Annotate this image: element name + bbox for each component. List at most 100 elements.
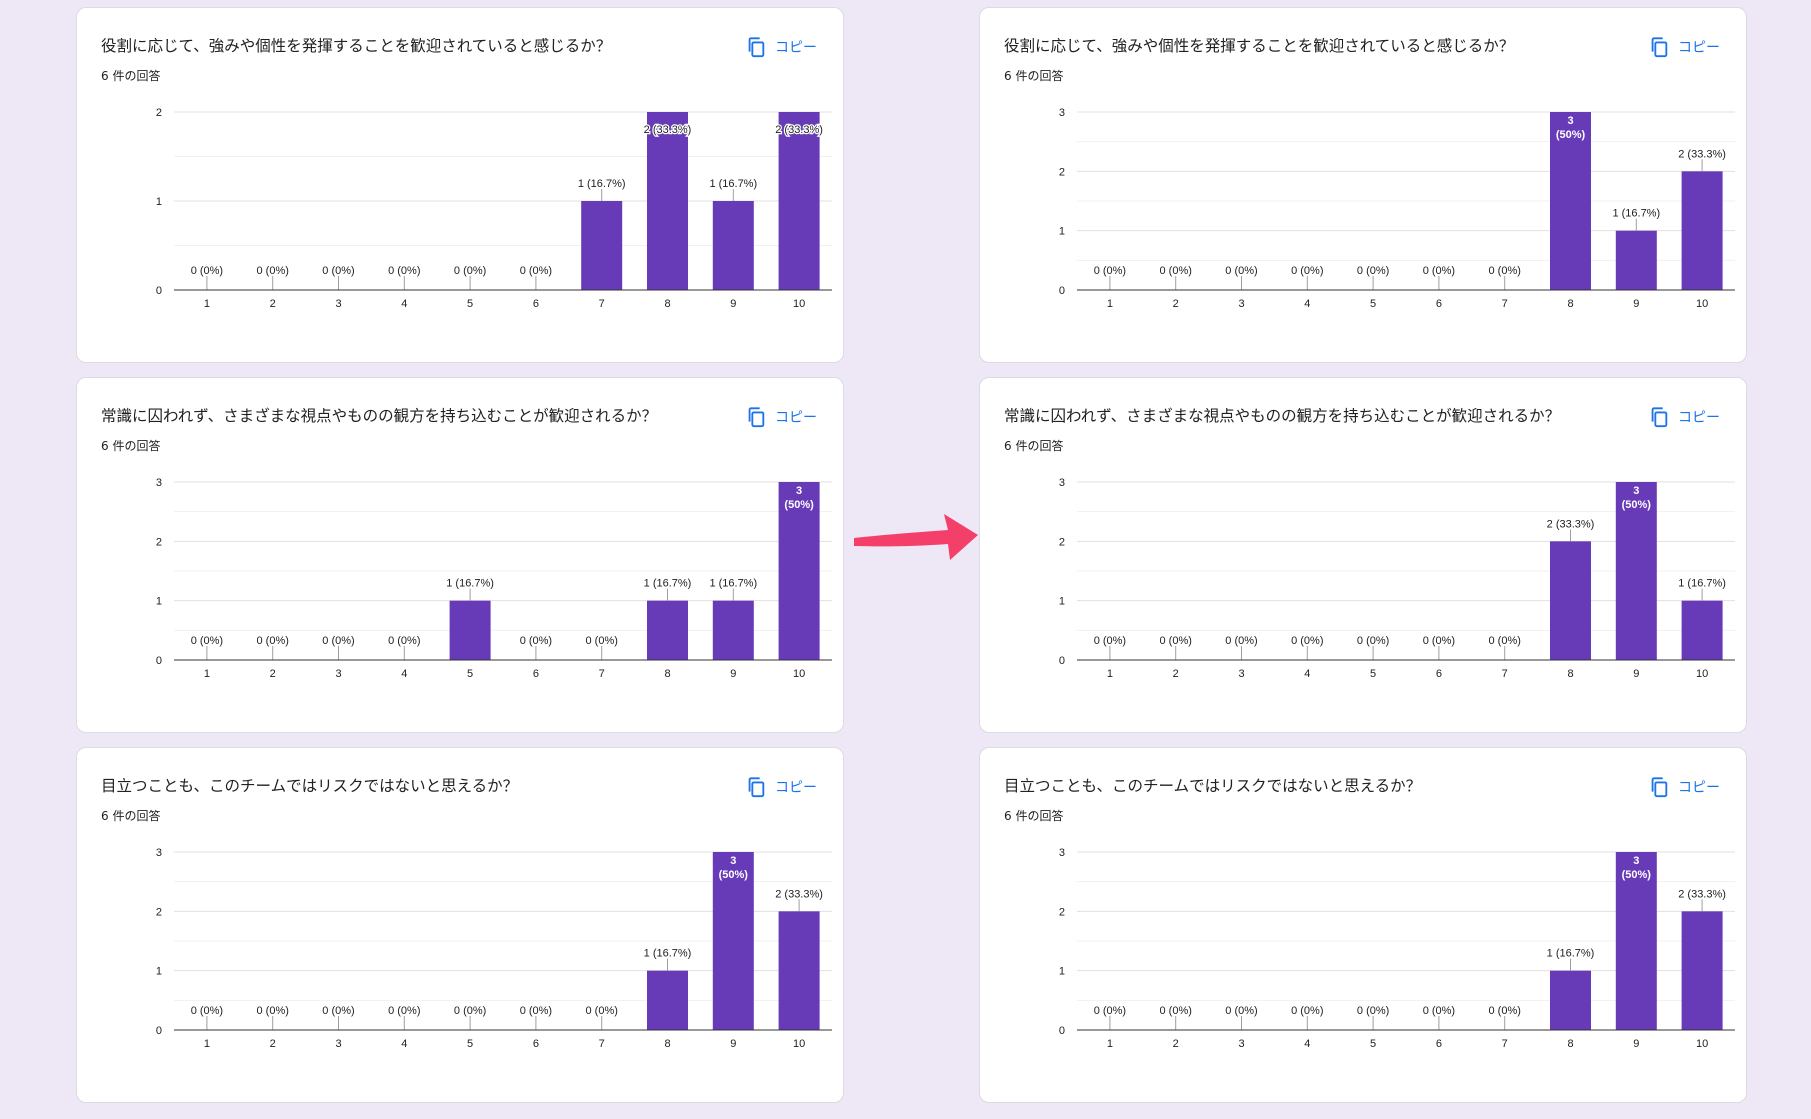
question-card-1-after: 役割に応じて、強みや個性を発揮することを歓迎されていると感じるか？ 6 件の回答… xyxy=(979,7,1747,363)
bar xyxy=(647,600,688,660)
data-label: 0 (0%) xyxy=(454,1005,486,1017)
bar xyxy=(778,911,820,1030)
data-label: 0 (0%) xyxy=(191,635,223,647)
data-label: 1 (16.7%) xyxy=(1547,948,1595,960)
data-label: 0 (0%) xyxy=(585,635,617,647)
x-tick-label: 4 xyxy=(401,668,407,680)
data-label: 0 (0%) xyxy=(1225,635,1257,647)
bar-chart: 0 1 2 3 1 0 (0%) 2 0 (0%) 3 0 (0%) 4 0 (0%) 5 0 (0%) 6… xyxy=(1059,107,1735,310)
y-tick-label: 0 xyxy=(1059,655,1065,667)
data-label: 0 (0%) xyxy=(256,1005,288,1017)
data-label: 3 xyxy=(1633,855,1639,867)
x-tick-label: 6 xyxy=(533,298,539,310)
x-tick-label: 2 xyxy=(1173,1038,1179,1050)
bar xyxy=(1681,171,1723,290)
x-tick-label: 6 xyxy=(533,668,539,680)
x-tick-label: 4 xyxy=(1304,298,1310,310)
data-label: 3 xyxy=(730,855,736,867)
x-tick-label: 7 xyxy=(599,298,605,310)
y-tick-label: 3 xyxy=(1059,477,1065,489)
data-label: 1 (16.7%) xyxy=(1612,208,1660,220)
x-tick-label: 3 xyxy=(335,1038,341,1050)
data-label: 0 (0%) xyxy=(1225,1005,1257,1017)
bar xyxy=(1550,541,1591,660)
x-tick-label: 5 xyxy=(467,668,473,680)
data-label: 0 (0%) xyxy=(322,1005,354,1017)
data-label: 2 (33.3%) xyxy=(1547,518,1595,530)
data-label: 0 (0%) xyxy=(388,265,420,277)
x-tick-label: 7 xyxy=(1502,668,1508,680)
x-tick-label: 3 xyxy=(1238,668,1244,680)
data-label: 0 (0%) xyxy=(1488,1005,1520,1017)
data-label: 1 (16.7%) xyxy=(644,948,692,960)
x-tick-label: 6 xyxy=(1436,298,1442,310)
data-label: 0 (0%) xyxy=(1291,265,1323,277)
x-tick-label: 6 xyxy=(1436,1038,1442,1050)
y-tick-label: 2 xyxy=(156,107,162,119)
y-tick-label: 2 xyxy=(156,536,162,548)
data-label: 0 (0%) xyxy=(1094,265,1126,277)
x-tick-label: 9 xyxy=(730,298,736,310)
data-label: 2 (33.3%) xyxy=(644,124,692,136)
data-label: 0 (0%) xyxy=(520,265,552,277)
y-tick-label: 0 xyxy=(156,285,162,297)
bar xyxy=(1681,911,1723,1030)
x-tick-label: 8 xyxy=(1567,1038,1573,1050)
data-label: 2 (33.3%) xyxy=(775,888,823,900)
x-tick-label: 3 xyxy=(335,668,341,680)
x-tick-label: 4 xyxy=(1304,668,1310,680)
data-label: 0 (0%) xyxy=(1357,635,1389,647)
data-label: 0 (0%) xyxy=(1423,1005,1455,1017)
bar-chart: 0 1 2 3 1 0 (0%) 2 0 (0%) 3 0 (0%) 4 0 (0%) 5 0 (0%) 6… xyxy=(1059,477,1735,680)
y-tick-label: 2 xyxy=(156,906,162,918)
data-label: 0 (0%) xyxy=(1423,635,1455,647)
x-tick-label: 8 xyxy=(664,298,670,310)
x-tick-label: 4 xyxy=(401,298,407,310)
x-tick-label: 8 xyxy=(664,1038,670,1050)
bar xyxy=(647,112,688,290)
data-label: 0 (0%) xyxy=(1291,1005,1323,1017)
data-label: 0 (0%) xyxy=(322,265,354,277)
x-tick-label: 8 xyxy=(1567,298,1573,310)
y-tick-label: 3 xyxy=(1059,847,1065,859)
data-label: 0 (0%) xyxy=(191,265,223,277)
data-label: 1 (16.7%) xyxy=(644,578,692,590)
x-tick-label: 3 xyxy=(335,298,341,310)
question-card-2-after: 常識に囚われず、さまざまな視点やものの観方を持ち込むことが歓迎されるか？ 6 件… xyxy=(979,377,1747,733)
x-tick-label: 9 xyxy=(730,1038,736,1050)
x-tick-label: 5 xyxy=(1370,668,1376,680)
y-tick-label: 0 xyxy=(1059,1025,1065,1037)
x-tick-label: 5 xyxy=(467,1038,473,1050)
x-tick-label: 10 xyxy=(1696,1038,1708,1050)
x-tick-label: 1 xyxy=(204,298,210,310)
bar xyxy=(449,600,491,660)
bar xyxy=(1550,970,1591,1030)
data-label: 3 xyxy=(796,485,802,497)
x-tick-label: 4 xyxy=(1304,1038,1310,1050)
data-label: 0 (0%) xyxy=(520,635,552,647)
data-label: 1 (16.7%) xyxy=(578,178,626,190)
data-label: 0 (0%) xyxy=(1225,265,1257,277)
data-label: 0 (0%) xyxy=(1159,635,1191,647)
y-tick-label: 1 xyxy=(156,196,162,208)
data-label: 3 xyxy=(1633,485,1639,497)
y-tick-label: 1 xyxy=(1059,226,1065,238)
x-tick-label: 4 xyxy=(401,1038,407,1050)
x-tick-label: 1 xyxy=(1107,298,1113,310)
bar-chart: 0 1 2 3 1 0 (0%) 2 0 (0%) 3 0 (0%) 4 0 (0%) 5 0 (0%) 6… xyxy=(1059,847,1735,1050)
bar xyxy=(712,201,754,290)
x-tick-label: 10 xyxy=(1696,668,1708,680)
x-tick-label: 7 xyxy=(1502,298,1508,310)
x-tick-label: 10 xyxy=(793,1038,805,1050)
question-card-2-before: 常識に囚われず、さまざまな視点やものの観方を持ち込むことが歓迎されるか？ 6 件… xyxy=(76,377,844,733)
y-tick-label: 1 xyxy=(156,596,162,608)
x-tick-label: 6 xyxy=(533,1038,539,1050)
data-label: (50%) xyxy=(1556,129,1586,141)
data-label: 2 (33.3%) xyxy=(1678,888,1726,900)
data-label: 1 (16.7%) xyxy=(1678,578,1726,590)
x-tick-label: 10 xyxy=(793,298,805,310)
x-tick-label: 8 xyxy=(1567,668,1573,680)
data-label: 0 (0%) xyxy=(1488,265,1520,277)
x-tick-label: 3 xyxy=(1238,298,1244,310)
y-tick-label: 3 xyxy=(1059,107,1065,119)
